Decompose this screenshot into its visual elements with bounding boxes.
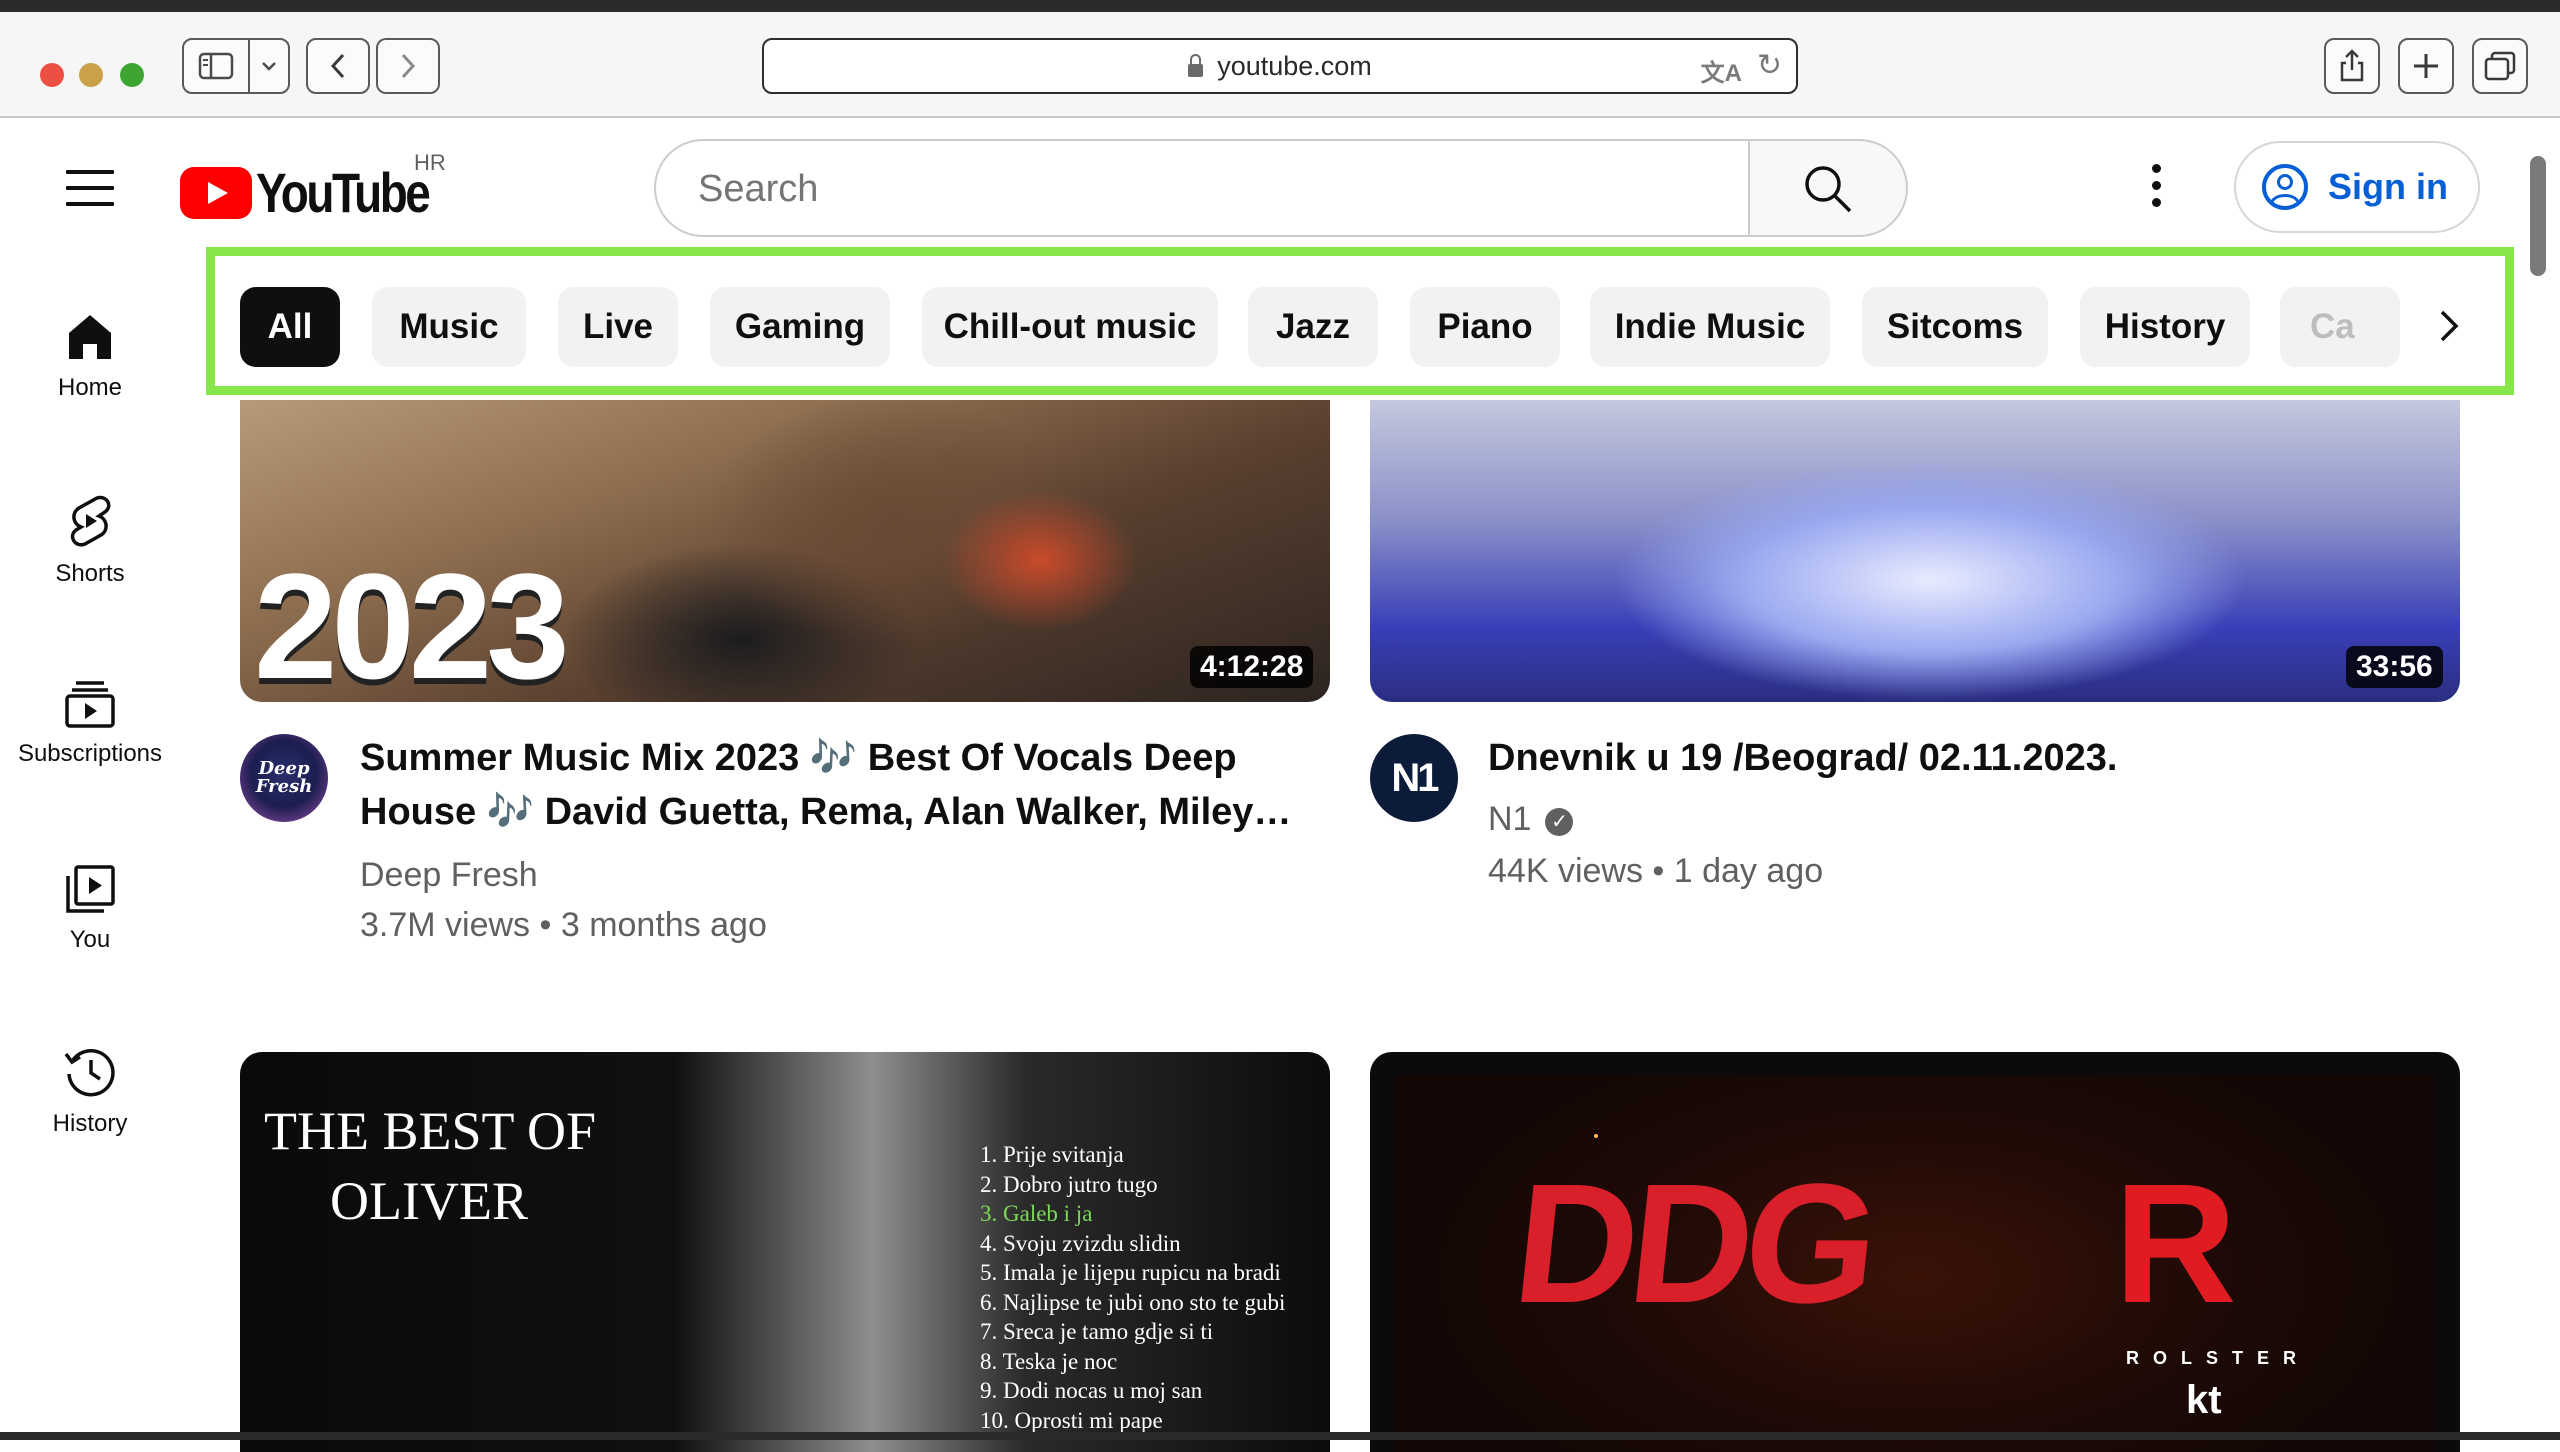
forward-button[interactable] [376,38,440,94]
chip-indie-music[interactable]: Indie Music [1590,287,1830,367]
chip-history[interactable]: History [2080,287,2250,367]
team-logo-right: R [2114,1149,2237,1339]
search-input[interactable] [696,163,1680,215]
logo-text: YouTube [256,161,431,224]
settings-more-button[interactable] [2152,164,2162,215]
sidebar-item-subscriptions[interactable]: Subscriptions [0,680,180,768]
channel-avatar[interactable]: Deep Fresh [240,734,328,822]
subscriptions-icon [65,681,115,728]
translate-icon[interactable]: 文A [1701,53,1742,88]
sidebar-icon [198,52,234,80]
youtube-play-icon [180,166,252,219]
shorts-icon [70,495,111,547]
duration-badge: 33:56 [2346,646,2443,688]
video-thumbnail[interactable]: 33:56 [1370,400,2460,702]
chip-jazz[interactable]: Jazz [1248,287,1378,367]
video-title-line: Summer Music Mix 2023 🎶 Best Of Vocals D… [360,737,1237,779]
chip-gaming[interactable]: Gaming [710,287,890,367]
sidebar-label-home: Home [57,374,123,401]
chips-next-arrow-icon[interactable] [2430,298,2470,354]
sidebar-label-you: You [69,926,111,953]
video-title[interactable]: Dnevnik u 19 /Beograd/ 02.11.2023. [1488,731,2448,785]
sign-in-label: Sign in [2328,166,2448,207]
team-brand: ROLSTER [2126,1348,2311,1368]
country-code: HR [414,150,446,175]
tab-group-dropdown[interactable] [248,38,290,94]
sidebar-item-shorts[interactable]: Shorts [0,494,180,588]
search-box [654,139,1750,237]
sidebar-label-history: History [52,1110,128,1137]
thumbnail-image: DDG R ROLSTER kt [1396,1076,2434,1452]
sign-in-button[interactable]: Sign in [2234,141,2480,233]
channel-name[interactable]: Deep Fresh [360,856,538,895]
chip-partial[interactable]: Ca [2280,287,2400,367]
screen-bottom-edge [0,1432,2560,1440]
account-circle-icon [2262,164,2308,210]
guide-menu-button[interactable] [66,170,114,206]
chip-live[interactable]: Live [558,287,678,367]
sidebar-toggle-button[interactable] [182,38,250,94]
minimize-window-button[interactable] [79,63,103,87]
browser-toolbar: youtube.com 文A ↻ [0,12,2560,118]
search-button[interactable] [1748,139,1908,237]
chevron-right-icon [401,53,416,79]
sidebar-item-you[interactable]: You [0,864,180,954]
back-button[interactable] [306,38,370,94]
channel-avatar[interactable]: N1 [1370,734,1458,822]
plus-icon [2414,54,2438,78]
page-scrollbar[interactable] [2528,150,2550,1420]
new-tab-button[interactable] [2398,38,2454,94]
sidebar-item-history[interactable]: History [0,1046,180,1138]
hamburger-icon [66,170,114,174]
chevron-down-icon [262,62,276,71]
video-title-line: House 🎶 David Guetta, Rema, Alan Walker,… [360,791,1292,833]
tabs-overview-icon [2484,51,2516,81]
lock-icon [1188,53,1204,77]
chevron-left-icon [330,53,345,79]
screen-top-edge [0,0,2560,12]
video-title[interactable]: Summer Music Mix 2023 🎶 Best Of Vocals D… [360,731,1320,839]
url-text: youtube.com [1217,50,1372,81]
verified-badge-icon: ✓ [1545,808,1574,836]
sidebar-label-shorts: Shorts [55,560,125,587]
search-icon [1805,166,1852,213]
scrollbar-thumb[interactable] [2530,156,2546,276]
chip-all[interactable]: All [240,287,340,367]
video-metadata: 3.7M views • 3 months ago [360,906,767,944]
chip-music[interactable]: Music [372,287,526,367]
close-window-button[interactable] [40,63,64,87]
duration-badge: 4:12:28 [1190,646,1314,688]
video-thumbnail[interactable]: 2023 4:12:28 [240,400,1330,702]
thumbnail-title: THE BEST OF OLIVER [264,1101,597,1231]
chip-chill-out-music[interactable]: Chill-out music [922,287,1218,367]
thumbnail-tracklist: 1. Prije svitanja 2. Dobro jutro tugo 3.… [980,1142,1286,1433]
thumbnail-text: 2023 [254,542,570,702]
more-vert-icon [2152,164,2161,173]
video-thumbnail[interactable]: THE BEST OF OLIVER 1. Prije svitanja 2. … [240,1052,1330,1452]
reload-icon[interactable]: ↻ [1757,48,1782,83]
chip-piano[interactable]: Piano [1410,287,1560,367]
home-icon [69,315,111,359]
video-metadata: 44K views • 1 day ago [1488,852,1824,890]
sponsor-logo: kt [2186,1378,2222,1422]
share-icon [2340,49,2364,82]
address-bar[interactable]: youtube.com 文A ↻ [762,38,1798,94]
share-button[interactable] [2324,38,2380,94]
chip-sitcoms[interactable]: Sitcoms [1862,287,2048,367]
zoom-window-button[interactable] [120,63,144,87]
channel-name[interactable]: N1 ✓ [1488,800,1574,839]
video-thumbnail[interactable]: DDG R ROLSTER kt [1370,1052,2460,1452]
sidebar-label-subscriptions: Subscriptions [17,740,163,767]
team-logo-left: DDG [1506,1149,1880,1339]
history-icon [64,1049,115,1097]
tab-overview-button[interactable] [2472,38,2528,94]
you-library-icon [66,865,115,913]
sidebar-item-home[interactable]: Home [0,312,180,402]
